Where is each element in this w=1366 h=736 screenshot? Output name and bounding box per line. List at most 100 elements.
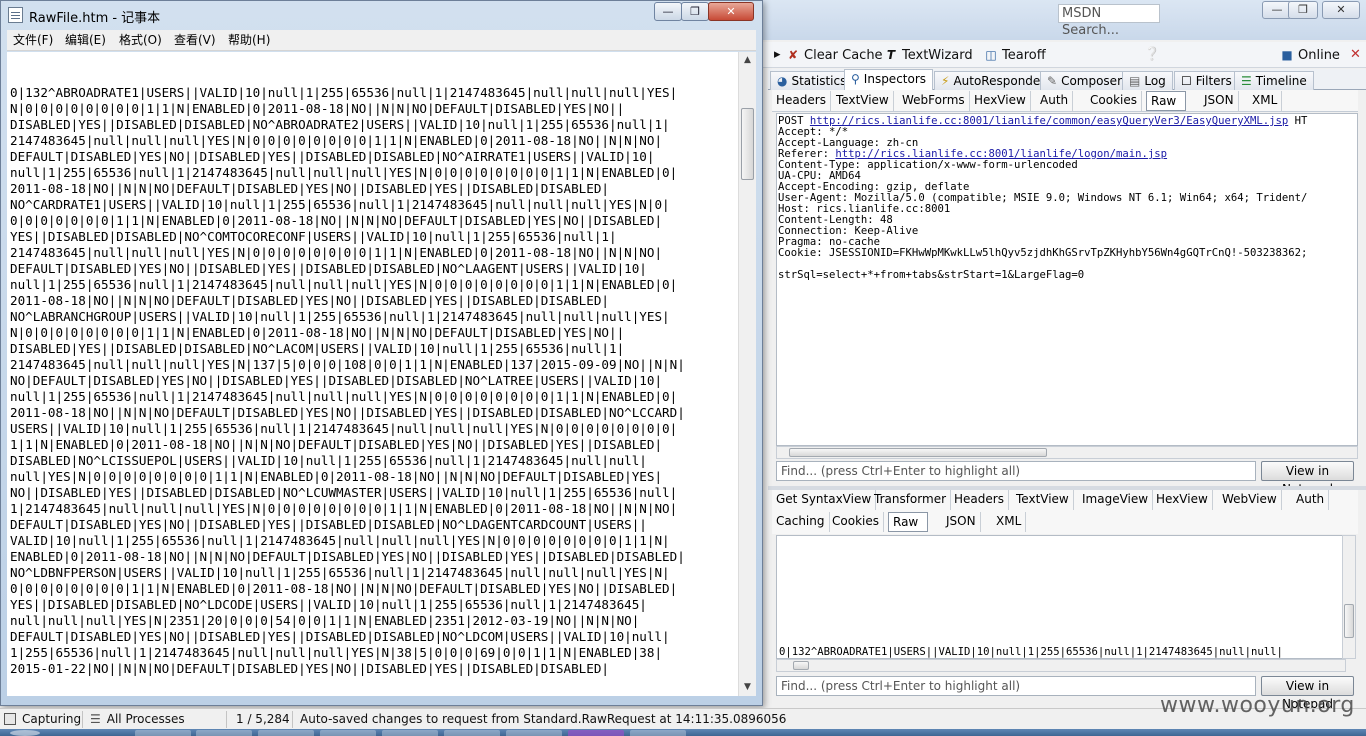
notepad-text-line: 2011-08-18|NO||N|N|NO|DEFAULT|DISABLED|Y… <box>10 293 609 308</box>
textwizard-button[interactable]: T TextWizard <box>884 46 973 64</box>
req-tab-xml[interactable]: XML <box>1248 91 1283 111</box>
raw-response-textarea[interactable]: 0|132^ABROADRATE1|USERS||VALID|10|null|1… <box>776 535 1346 659</box>
resp-tab-caching[interactable]: Caching <box>772 512 830 532</box>
taskbar-app[interactable] <box>258 730 314 736</box>
tab-inspectors[interactable]: ⚲ Inspectors <box>844 69 934 91</box>
req-tab-webforms[interactable]: WebForms <box>898 91 970 111</box>
fiddler-close-button[interactable]: ✕ <box>1322 1 1360 19</box>
taskbar-app[interactable] <box>568 730 624 736</box>
msdn-search-input[interactable]: MSDN Search... <box>1058 4 1160 38</box>
req-tab-cookies[interactable]: Cookies <box>1086 91 1142 111</box>
response-vscroll-thumb[interactable] <box>1344 604 1354 638</box>
notepad-text-line: NO^LDBNFPERSON|USERS||VALID|10|null|1|25… <box>10 565 670 580</box>
taskbar-app[interactable] <box>320 730 376 736</box>
start-orb-icon[interactable] <box>10 730 40 736</box>
resp-tab-json[interactable]: JSON <box>942 512 981 532</box>
resp-tab-cookies[interactable]: Cookies <box>828 512 884 532</box>
notepad-text-content: 0|132^ABROADRATE1|USERS||VALID|10|null|1… <box>10 85 685 677</box>
notepad-text-line: 0|0|0|0|0|0|0|0|1|1|N|ENABLED|0|2011-08-… <box>10 581 678 596</box>
resp-tab-transformer[interactable]: Transformer <box>870 490 952 510</box>
process-filter[interactable]: ☰ All Processes <box>90 712 185 727</box>
notepad-maximize-button[interactable]: ❐ <box>681 2 709 21</box>
tab-statistics[interactable]: ◕ Statistics <box>770 71 854 90</box>
notepad-minimize-button[interactable]: — <box>654 2 682 21</box>
raw-request-textarea[interactable]: POST http://rics.lianlife.cc:8001/lianli… <box>776 113 1358 446</box>
taskbar-app[interactable] <box>630 730 686 736</box>
req-tab-hexview[interactable]: HexView <box>970 91 1031 111</box>
clear-cache-button[interactable]: ✘ Clear Cache <box>786 46 883 64</box>
response-inspector-tabs: Get SyntaxView Transformer Headers TextV… <box>772 490 1358 534</box>
notepad-title: RawFile.htm - 记事本 <box>29 11 161 26</box>
req-tab-textview[interactable]: TextView <box>832 91 894 111</box>
tab-log[interactable]: ▤ Log <box>1122 71 1173 90</box>
notepad-text-line: DISABLED|YES||DISABLED|DISABLED|NO^ABROA… <box>10 117 670 132</box>
notepad-text-line: USERS||VALID|10|null|1|255|65536|null|1|… <box>10 421 678 436</box>
request-horizontal-scrollbar[interactable] <box>776 446 1358 459</box>
tab-autoresponder[interactable]: ⚡ AutoResponder <box>934 71 1053 90</box>
tearoff-icon: ◫ <box>985 48 997 62</box>
capturing-icon <box>4 713 16 725</box>
resp-tab-webview[interactable]: WebView <box>1218 490 1282 510</box>
resp-tab-get-syntaxview[interactable]: Get SyntaxView <box>772 490 877 510</box>
response-hscroll-thumb[interactable] <box>793 661 809 670</box>
req-tab-raw[interactable]: Raw <box>1146 91 1186 111</box>
watermark-text: www.wooyun.org <box>1160 693 1355 718</box>
menu-help[interactable]: 帮助(H) <box>228 32 270 49</box>
notepad-text-line: 2011-08-18|NO||N|N|NO|DEFAULT|DISABLED|Y… <box>10 405 685 420</box>
request-url-link[interactable]: http://rics.lianlife.cc:8001/lianlife/co… <box>810 115 1288 127</box>
taskbar-app[interactable] <box>135 730 191 736</box>
resp-tab-imageview[interactable]: ImageView <box>1078 490 1154 510</box>
help-icon[interactable]: ❔ <box>1144 46 1160 64</box>
resp-tab-headers[interactable]: Headers <box>950 490 1009 510</box>
request-url-suffix: HT <box>1288 115 1308 127</box>
taskbar-app[interactable] <box>382 730 438 736</box>
scroll-up-arrow-icon[interactable]: ▲ <box>739 52 756 69</box>
response-vertical-scrollbar[interactable] <box>1342 535 1356 659</box>
req-tab-json[interactable]: JSON <box>1200 91 1239 111</box>
taskbar-app[interactable] <box>506 730 562 736</box>
notepad-text-line: 2147483645|null|null|null|YES|N|137|5|0|… <box>10 357 685 372</box>
resp-tab-hexview[interactable]: HexView <box>1152 490 1213 510</box>
notepad-text-line: 0|0|0|0|0|0|0|1|1|N|ENABLED|0|2011-08-18… <box>10 213 663 228</box>
menu-format[interactable]: 格式(O) <box>119 32 162 49</box>
resp-tab-xml[interactable]: XML <box>992 512 1027 532</box>
menu-edit[interactable]: 编辑(E) <box>65 32 106 49</box>
notepad-text-line: 1|2147483645|null|null|null|YES|N|0|0|0|… <box>10 501 678 516</box>
process-filter-icon: ☰ <box>90 712 101 726</box>
notepad-text-line: 2147483645|null|null|null|YES|N|0|0|0|0|… <box>10 245 663 260</box>
request-find-input[interactable]: Find... (press Ctrl+Enter to highlight a… <box>776 461 1256 481</box>
notepad-close-button[interactable]: ✕ <box>708 2 754 21</box>
menu-view[interactable]: 查看(V) <box>174 32 216 49</box>
req-tab-auth[interactable]: Auth <box>1036 91 1074 111</box>
notepad-text-editor[interactable]: 0|132^ABROADRATE1|USERS||VALID|10|null|1… <box>7 52 738 696</box>
composer-icon: ✎ <box>1047 74 1058 88</box>
request-view-in-notepad-button[interactable]: View in Notepad <box>1261 461 1354 496</box>
timeline-icon: ☰ <box>1241 74 1252 88</box>
resp-tab-textview[interactable]: TextView <box>1012 490 1074 510</box>
online-status[interactable]: ■ Online <box>1280 46 1340 64</box>
tearoff-button[interactable]: ◫ Tearoff <box>984 46 1045 64</box>
scroll-down-arrow-icon[interactable]: ▼ <box>739 679 756 696</box>
tab-filters[interactable]: ☐ Filters <box>1174 71 1239 90</box>
notepad-text-line: ENABLED|0|2011-08-18|NO||N|N|NO|DEFAULT|… <box>10 549 685 564</box>
capturing-toggle[interactable]: Capturing <box>4 712 81 727</box>
fiddler-main-tabs: ◕ Statistics ⚲ Inspectors ⚡ AutoResponder ✎… <box>768 69 1366 91</box>
tab-composer[interactable]: ✎ Composer <box>1040 71 1129 90</box>
request-scroll-thumb[interactable] <box>789 448 1047 457</box>
notepad-text-line: DISABLED|YES||DISABLED|DISABLED|NO^LACOM… <box>10 341 625 356</box>
notepad-app-icon <box>8 7 23 23</box>
req-tab-headers[interactable]: Headers <box>772 91 831 111</box>
online-icon: ■ <box>1281 48 1293 62</box>
notepad-vertical-scrollbar[interactable]: ▲ ▼ <box>738 52 756 696</box>
taskbar-app[interactable] <box>196 730 252 736</box>
menu-file[interactable]: 文件(F) <box>13 32 53 49</box>
taskbar-app[interactable] <box>444 730 500 736</box>
resp-tab-auth[interactable]: Auth <box>1292 490 1330 510</box>
notepad-scroll-thumb[interactable] <box>741 108 754 180</box>
toolbar-separator-arrow: ▸ <box>774 47 781 62</box>
response-horizontal-scrollbar[interactable] <box>776 659 1346 672</box>
resp-tab-raw[interactable]: Raw <box>888 512 928 532</box>
tab-timeline[interactable]: ☰ Timeline <box>1234 71 1314 90</box>
close-toolbar-icon[interactable]: ✕ <box>1350 46 1361 64</box>
fiddler-maximize-button[interactable]: ❐ <box>1288 1 1318 19</box>
